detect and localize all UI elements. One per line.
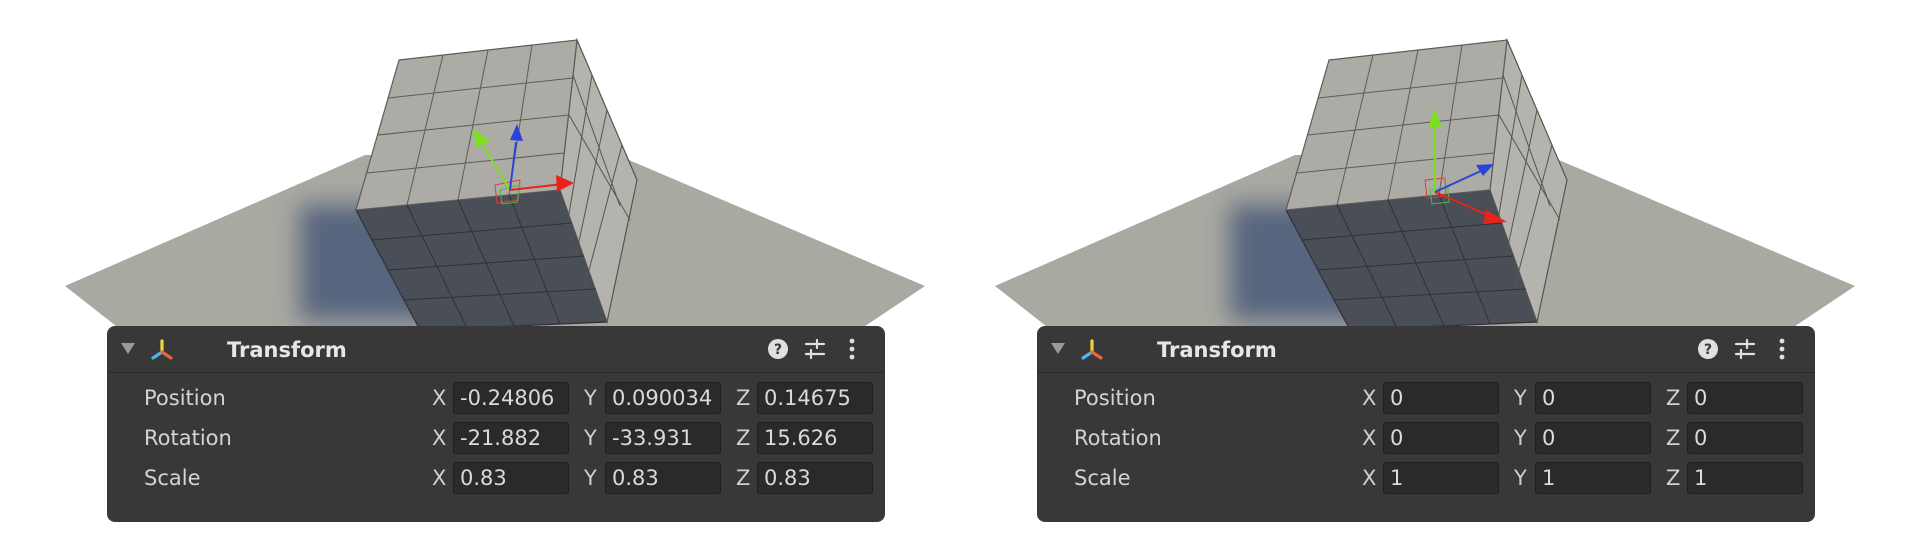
position-z-field[interactable]: 0 [1687,382,1803,414]
position-z-axis-label[interactable]: Z [736,386,750,410]
help-icon[interactable]: ? [765,337,791,361]
preset-icon[interactable] [802,337,828,361]
svg-text:?: ? [774,342,782,358]
scale-y-axis-label[interactable]: Y [1514,466,1527,490]
position-y-axis-label[interactable]: Y [584,386,597,410]
rotation-z-axis-label[interactable]: Z [736,426,750,450]
component-header[interactable]: Transform ? [1037,326,1815,373]
foldout-arrow-icon[interactable] [121,343,135,354]
component-header[interactable]: Transform ? [107,326,885,373]
rotation-y-axis-label[interactable]: Y [1514,426,1527,450]
rotation-z-field[interactable]: 15.626 [757,422,873,454]
rotation-x-axis-label[interactable]: X [1362,426,1376,450]
position-y-field[interactable]: 0 [1535,382,1651,414]
cube-top-face [1285,39,1508,211]
help-icon[interactable]: ? [1695,337,1721,361]
scale-z-axis-label[interactable]: Z [736,466,750,490]
position-row: Position X -0.24806 Y 0.090034 Z 0.14675 [107,380,885,416]
scale-x-field[interactable]: 0.83 [453,462,569,494]
kebab-menu-icon[interactable] [839,337,865,361]
position-x-axis-label[interactable]: X [432,386,446,410]
position-y-axis-label[interactable]: Y [1514,386,1527,410]
component-title: Transform [227,338,347,362]
transform-inspector: Transform ? Position X -0.24806 Y 0.0900… [107,326,885,522]
cube[interactable] [1285,37,1568,331]
position-x-field[interactable]: 0 [1383,382,1499,414]
rotation-x-axis-label[interactable]: X [432,426,446,450]
left-panel: Transform ? Position X -0.24806 Y 0.0900… [0,0,960,548]
scale-y-field[interactable]: 1 [1535,462,1651,494]
rotation-y-field[interactable]: -33.931 [605,422,721,454]
rotation-y-axis-label[interactable]: Y [584,426,597,450]
scale-row: Scale X 0.83 Y 0.83 Z 0.83 [107,460,885,496]
transform-icon [151,339,173,360]
component-title: Transform [1157,338,1277,362]
scale-x-field[interactable]: 1 [1383,462,1499,494]
transform-inspector: Transform ? Position X 0 Y 0 Z 0 Rotatio… [1037,326,1815,522]
scale-z-axis-label[interactable]: Z [1666,466,1680,490]
scale-label: Scale [144,466,201,490]
rotation-label: Rotation [144,426,232,450]
position-x-axis-label[interactable]: X [1362,386,1376,410]
scale-x-axis-label[interactable]: X [1362,466,1376,490]
scale-y-axis-label[interactable]: Y [584,466,597,490]
rotation-z-field[interactable]: 0 [1687,422,1803,454]
position-label: Position [144,386,226,410]
scale-z-field[interactable]: 0.83 [757,462,873,494]
position-x-field[interactable]: -0.24806 [453,382,569,414]
right-panel: Transform ? Position X 0 Y 0 Z 0 Rotatio… [930,0,1890,548]
rotation-y-field[interactable]: 0 [1535,422,1651,454]
rotation-z-axis-label[interactable]: Z [1666,426,1680,450]
position-row: Position X 0 Y 0 Z 0 [1037,380,1815,416]
position-z-field[interactable]: 0.14675 [757,382,873,414]
kebab-menu-icon[interactable] [1769,337,1795,361]
scale-y-field[interactable]: 0.83 [605,462,721,494]
rotation-x-field[interactable]: 0 [1383,422,1499,454]
rotation-row: Rotation X 0 Y 0 Z 0 [1037,420,1815,456]
svg-text:?: ? [1704,342,1712,358]
foldout-arrow-icon[interactable] [1051,343,1065,354]
transform-icon [1081,339,1103,360]
position-label: Position [1074,386,1156,410]
scale-row: Scale X 1 Y 1 Z 1 [1037,460,1815,496]
scale-x-axis-label[interactable]: X [432,466,446,490]
scale-label: Scale [1074,466,1131,490]
cube-top-face [355,39,578,211]
position-y-field[interactable]: 0.090034 [605,382,721,414]
position-z-axis-label[interactable]: Z [1666,386,1680,410]
rotation-label: Rotation [1074,426,1162,450]
preset-icon[interactable] [1732,337,1758,361]
rotation-x-field[interactable]: -21.882 [453,422,569,454]
scale-z-field[interactable]: 1 [1687,462,1803,494]
rotation-row: Rotation X -21.882 Y -33.931 Z 15.626 [107,420,885,456]
